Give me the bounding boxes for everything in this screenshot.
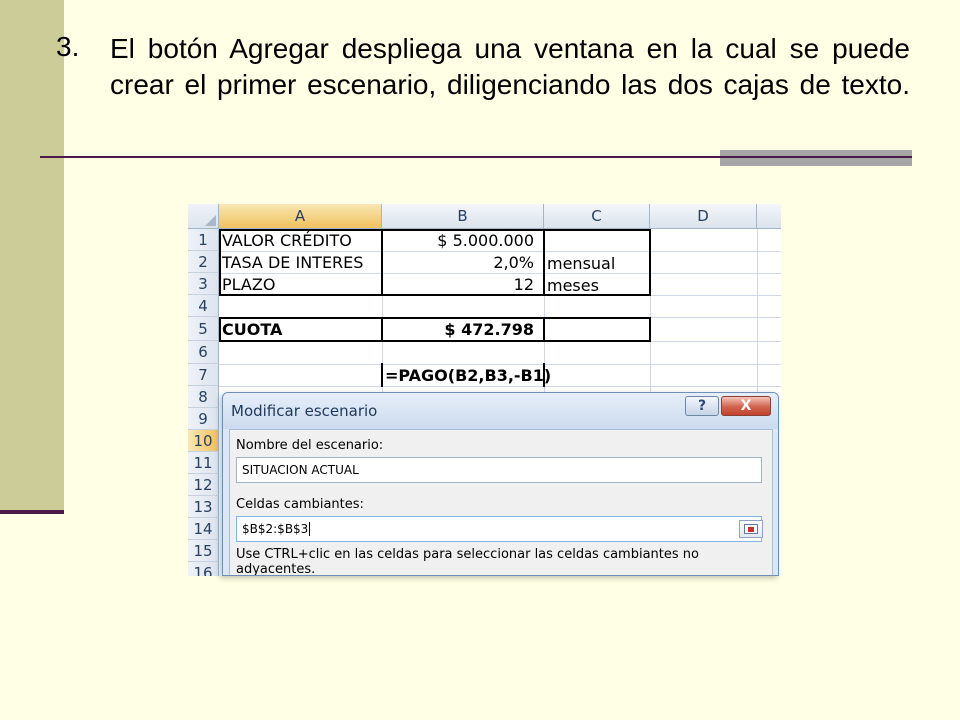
row-header-1[interactable]: 1 xyxy=(188,229,219,251)
row-header-11[interactable]: 11 xyxy=(188,452,219,474)
changing-cells-value: $B$2:$B$3 xyxy=(242,522,309,536)
bullet-number: 3. xyxy=(56,31,80,62)
gridline xyxy=(219,386,781,387)
input-range-border xyxy=(219,229,651,296)
slide-text: El botón Agregar despliega una ventana e… xyxy=(110,33,910,100)
row-header-6[interactable]: 6 xyxy=(188,341,219,364)
range-picker-button[interactable] xyxy=(739,520,763,538)
column-header-next[interactable] xyxy=(757,204,781,229)
text-caret xyxy=(309,522,311,536)
dialog-title: Modificar escenario xyxy=(231,402,378,420)
left-decoration-rule xyxy=(0,510,64,514)
column-header-a[interactable]: A xyxy=(219,204,382,229)
changing-cells-input[interactable]: $B$2:$B$3 xyxy=(236,516,763,542)
help-button[interactable]: ? xyxy=(685,396,719,416)
row-header-5[interactable]: 5 xyxy=(188,317,219,341)
cell-b7[interactable]: =PAGO(B2,B3,-B1) xyxy=(382,364,582,386)
row-header-8[interactable]: 8 xyxy=(188,386,219,408)
select-all-corner[interactable] xyxy=(188,204,219,229)
row-header-12[interactable]: 12 xyxy=(188,474,219,496)
row-header-16[interactable]: 16 xyxy=(188,562,219,576)
result-range-divider xyxy=(543,317,545,342)
changing-cells-hint: Use CTRL+clic en las celdas para selecci… xyxy=(236,547,699,576)
close-button[interactable]: X xyxy=(721,396,771,416)
row-header-14[interactable]: 14 xyxy=(188,518,219,540)
select-all-triangle-icon xyxy=(205,215,216,226)
range-picker-arrow-icon xyxy=(748,527,754,532)
result-range-border xyxy=(219,317,651,342)
input-range-divider xyxy=(381,229,383,296)
formula-cell-border xyxy=(381,363,383,387)
formula-cell-border xyxy=(543,363,545,387)
changing-cells-label: Celdas cambiantes: xyxy=(236,497,364,512)
scenario-name-label: Nombre del escenario: xyxy=(236,438,384,453)
scenario-name-input[interactable]: SITUACION ACTUAL xyxy=(236,457,762,483)
row-header-3[interactable]: 3 xyxy=(188,273,219,295)
row-header-15[interactable]: 15 xyxy=(188,540,219,562)
row-header-9[interactable]: 9 xyxy=(188,408,219,430)
title-accent-rule xyxy=(720,156,912,158)
input-range-divider xyxy=(543,229,545,296)
row-header-4[interactable]: 4 xyxy=(188,295,219,317)
edit-scenario-dialog: Modificar escenario ? X Nombre del escen… xyxy=(222,392,779,576)
result-range-divider xyxy=(381,317,383,342)
dialog-titlebar[interactable]: Modificar escenario ? X xyxy=(223,393,778,429)
row-header-10[interactable]: 10 xyxy=(188,430,219,452)
column-header-d[interactable]: D xyxy=(650,204,757,229)
column-header-c[interactable]: C xyxy=(544,204,650,229)
row-header-13[interactable]: 13 xyxy=(188,496,219,518)
dialog-body: Nombre del escenario: SITUACION ACTUAL C… xyxy=(229,429,773,576)
row-header-2[interactable]: 2 xyxy=(188,251,219,273)
title-accent xyxy=(720,150,912,166)
row-header-7[interactable]: 7 xyxy=(188,364,219,386)
left-decoration-bar xyxy=(0,0,64,512)
column-header-b[interactable]: B xyxy=(382,204,544,229)
